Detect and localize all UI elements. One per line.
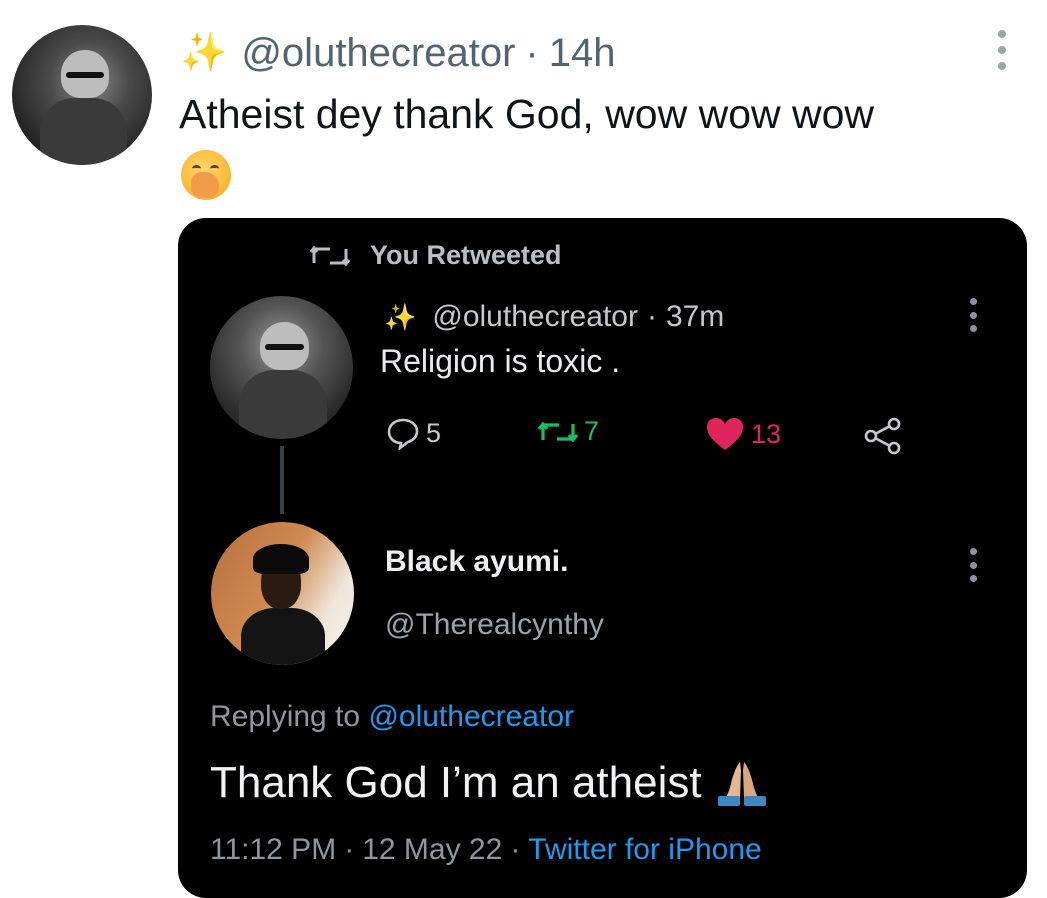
- sparkles-icon: ✨: [180, 32, 228, 74]
- like-count: 13: [751, 418, 782, 449]
- reply-tweet-text: Thank God I’m an atheist: [210, 758, 702, 807]
- reply-button[interactable]: 5: [386, 416, 441, 450]
- original-time[interactable]: 37m: [666, 300, 724, 334]
- original-handle[interactable]: @oluthecreator: [432, 300, 638, 334]
- retweeted-label: You Retweeted: [370, 240, 562, 270]
- replying-to-line: Replying to @oluthecreator: [210, 700, 574, 734]
- reply-author-name[interactable]: Black ayumi.: [385, 545, 568, 579]
- tweet-source-link[interactable]: Twitter for iPhone: [528, 833, 761, 866]
- original-tweet-text: Religion is toxic .: [380, 343, 621, 379]
- original-tweet-header: ✨ @oluthecreator · 37m: [384, 300, 724, 334]
- heart-icon: [707, 418, 743, 450]
- more-options-icon[interactable]: [966, 298, 980, 332]
- tweet-time: 11:12 PM: [210, 833, 337, 866]
- face-with-hand-over-mouth-emoji-icon: [181, 150, 231, 200]
- separator: ·: [646, 300, 657, 333]
- retweet-button[interactable]: 7: [538, 416, 599, 447]
- folded-hands-icon: [717, 762, 766, 806]
- outer-tweet-header: ✨ @oluthecreator · 14h: [180, 28, 616, 78]
- separator: ·: [510, 833, 521, 866]
- outer-avatar[interactable]: [12, 25, 152, 165]
- more-options-icon[interactable]: [990, 30, 1014, 70]
- outer-time[interactable]: 14h: [549, 31, 616, 76]
- thread-connector-line: [280, 446, 284, 514]
- share-button[interactable]: [863, 416, 909, 456]
- retweet-count: 7: [584, 416, 600, 446]
- outer-tweet-text: Atheist dey thank God, wow wow wow: [179, 91, 875, 137]
- replying-to-mention[interactable]: @oluthecreator: [368, 700, 574, 733]
- more-options-icon[interactable]: [966, 548, 980, 582]
- share-icon: [864, 417, 901, 455]
- replying-prefix: Replying to: [210, 700, 361, 733]
- embedded-screenshot[interactable]: You Retweeted ✨ @oluthecreator · 37m Rel…: [178, 218, 1027, 898]
- retweet-icon: [310, 245, 350, 266]
- tweet-date: 12 May 22: [362, 833, 503, 866]
- separator: ·: [344, 833, 355, 866]
- retweet-icon: [538, 420, 578, 443]
- outer-handle[interactable]: @oluthecreator: [241, 31, 515, 76]
- reply-author-handle[interactable]: @Therealcynthy: [385, 608, 604, 642]
- reply-count: 5: [426, 417, 442, 448]
- tweet-metadata: 11:12 PM · 12 May 22 · Twitter for iPhone: [210, 833, 762, 867]
- reply-author-avatar[interactable]: [211, 522, 354, 665]
- separator: ·: [525, 30, 539, 75]
- reply-icon: [387, 418, 419, 450]
- original-author-avatar[interactable]: [210, 296, 353, 439]
- like-button[interactable]: 13: [705, 416, 781, 452]
- reply-tweet-text-row: Thank God I’m an atheist: [210, 758, 768, 808]
- retweeted-indicator: You Retweeted: [310, 240, 562, 271]
- sparkles-icon: ✨: [384, 301, 417, 332]
